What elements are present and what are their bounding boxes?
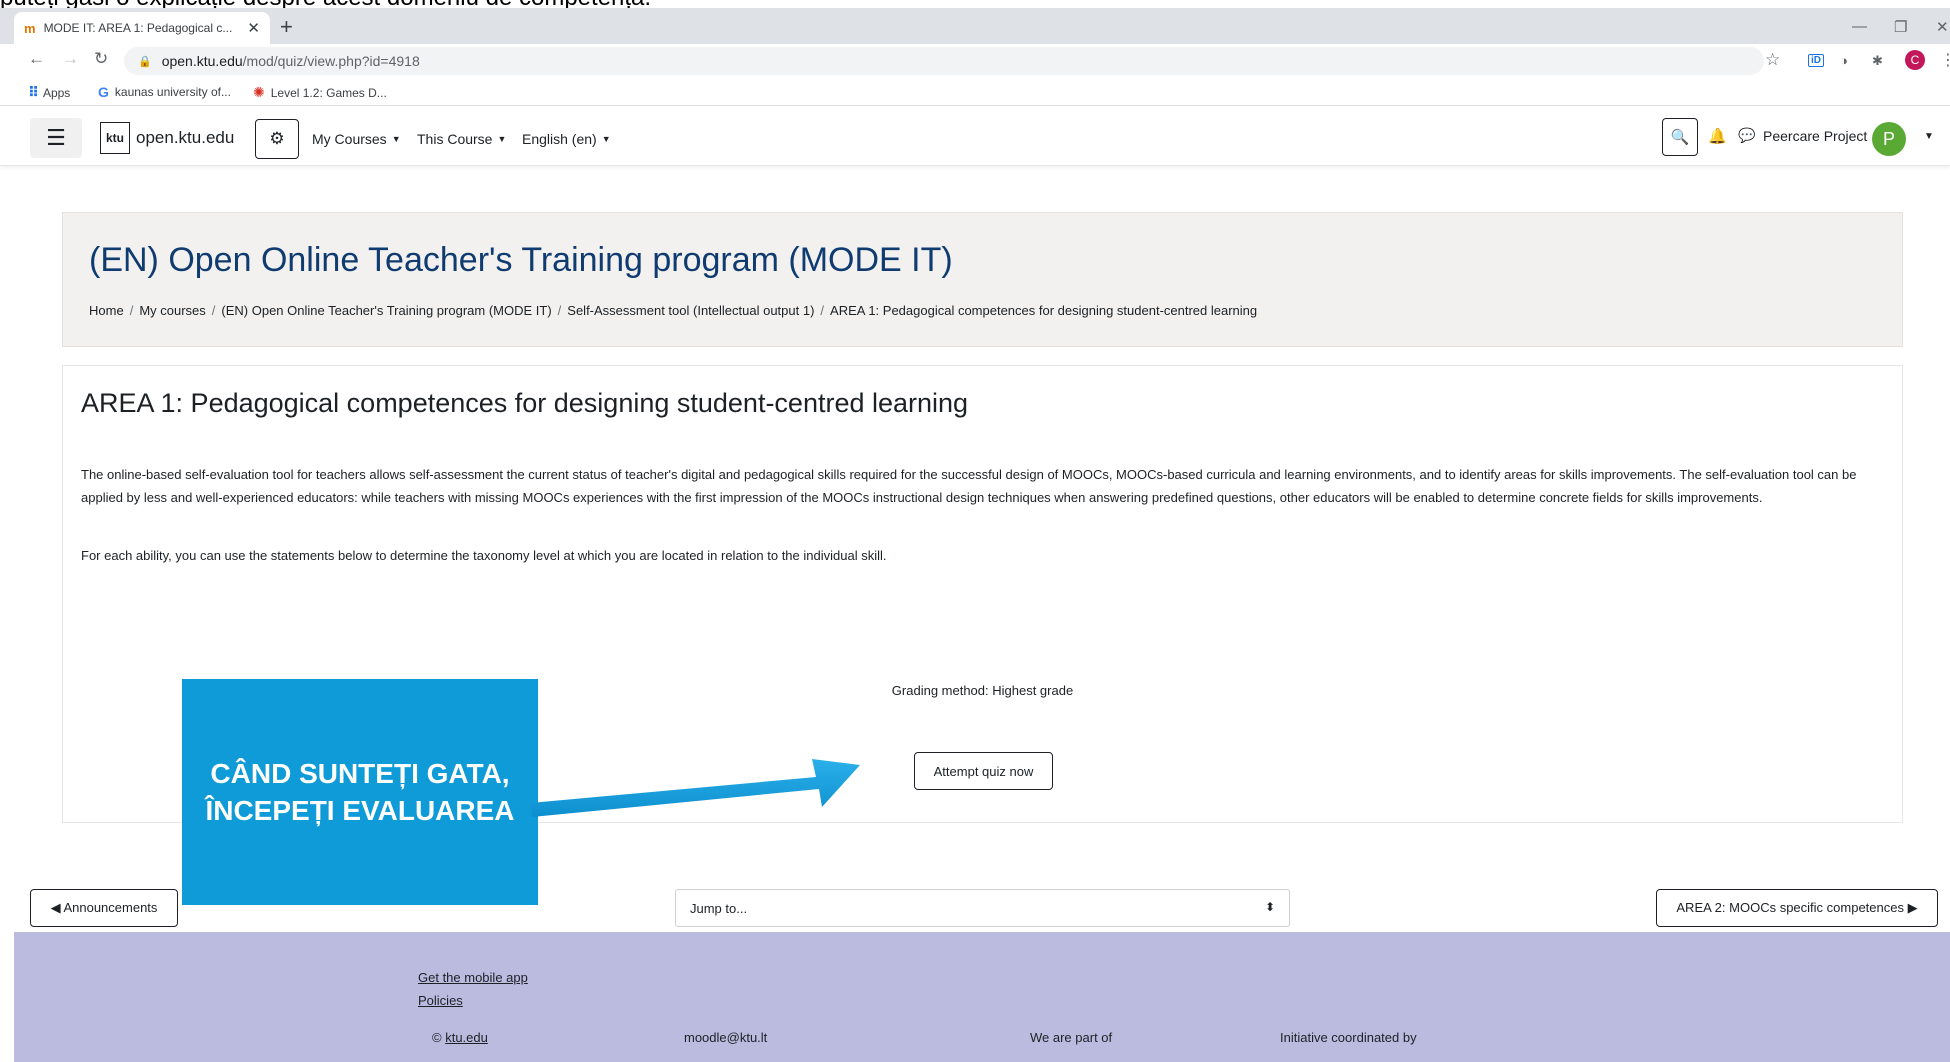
puzzle-extensions-icon[interactable]: ✱ — [1872, 53, 1883, 69]
bell-icon[interactable]: 🔔 — [1708, 127, 1727, 145]
page-header: (EN) Open Online Teacher's Training prog… — [62, 212, 1903, 347]
circle-extension-icon[interactable]: ◑ — [1840, 53, 1848, 68]
ktu-logo: ktu — [100, 122, 130, 154]
callout-box: CÂND SUNTEȚI GATA, ÎNCEPEȚI EVALUAREA — [182, 679, 538, 905]
bookmark-label: Level 1.2: Games D... — [270, 85, 387, 100]
menu-language[interactable]: English (en) ▼ — [522, 131, 611, 147]
breadcrumb-separator: / — [129, 303, 134, 318]
page-title: (EN) Open Online Teacher's Training prog… — [89, 241, 953, 279]
jump-to-label: Jump to... — [690, 900, 748, 916]
close-tab-icon[interactable]: ✕ — [247, 19, 260, 37]
browser-profile-avatar[interactable]: C — [1905, 50, 1925, 70]
bookmark-apps[interactable]: ⠿ Apps — [28, 84, 70, 101]
new-tab-icon[interactable]: + — [280, 14, 293, 40]
quiz-instructions: For each ability, you can use the statem… — [81, 548, 887, 563]
bookmark-kaunas[interactable]: G kaunas university of... — [98, 84, 231, 100]
part-of-label: We are part of — [1030, 1030, 1113, 1045]
menu-my-courses[interactable]: My Courses ▼ — [312, 131, 401, 147]
tab-title: MODE IT: AREA 1: Pedagogical c... — [43, 21, 233, 35]
callout-arrow-icon — [530, 759, 860, 817]
bookmark-label: kaunas university of... — [114, 85, 231, 99]
bookmarks-bar: ⠿ Apps G kaunas university of... ✺ Level… — [0, 78, 1950, 106]
menu-label: English (en) — [522, 131, 597, 147]
search-icon[interactable]: 🔍 — [1662, 118, 1698, 156]
back-arrow-icon[interactable]: ← — [28, 49, 45, 69]
user-avatar[interactable]: P — [1872, 122, 1906, 156]
url-path: /mod/quiz/view.php?id=4918 — [242, 53, 420, 69]
breadcrumb-home[interactable]: Home — [89, 303, 124, 318]
close-window-icon[interactable]: ✕ — [1936, 18, 1949, 36]
minimize-icon[interactable]: — — [1852, 18, 1867, 35]
menu-label: This Course — [417, 131, 493, 147]
hamburger-menu-icon[interactable]: ☰ — [30, 118, 82, 158]
breadcrumb-separator: / — [820, 303, 825, 318]
site-footer: Get the mobile app Policies © ktu.edu mo… — [14, 932, 1950, 1062]
browser-tabbar: m MODE IT: AREA 1: Pedagogical c... ✕ + … — [0, 8, 1950, 44]
next-activity-button[interactable]: AREA 2: MOOCs specific competences ▶ — [1656, 889, 1938, 927]
site-brand[interactable]: ktu open.ktu.edu — [100, 122, 234, 154]
breadcrumb-separator: / — [211, 303, 216, 318]
coordinated-by-label: Initiative coordinated by — [1280, 1030, 1417, 1045]
gear-icon[interactable]: ⚙ — [255, 119, 299, 159]
caret-down-icon: ▼ — [391, 134, 401, 144]
site-name: open.ktu.edu — [136, 128, 235, 147]
url-host: open.ktu.edu — [161, 53, 243, 69]
id-extension-icon[interactable]: iD — [1808, 54, 1824, 67]
select-updown-icon: ⬍ — [1264, 900, 1275, 914]
lock-icon: 🔒 — [138, 55, 152, 68]
quiz-heading: AREA 1: Pedagogical competences for desi… — [81, 388, 969, 418]
moodle-favicon-icon: m — [24, 20, 36, 36]
site-navbar: ☰ ktu open.ktu.edu ⚙ My Courses ▼ This Co… — [0, 110, 1950, 166]
jump-to-select[interactable]: Jump to... ⬍ — [675, 889, 1290, 927]
copyright: © ktu.edu — [432, 1030, 488, 1045]
browser-menu-icon[interactable]: ⋮ — [1940, 50, 1950, 70]
menu-this-course[interactable]: This Course ▼ — [417, 131, 506, 147]
menu-label: My Courses — [312, 131, 387, 147]
bookmark-star-icon[interactable]: ☆ — [1765, 50, 1780, 70]
level-site-icon: ✺ — [253, 84, 265, 100]
breadcrumb-my-courses[interactable]: My courses — [139, 303, 205, 318]
breadcrumb-section[interactable]: Self-Assessment tool (Intellectual outpu… — [567, 303, 814, 318]
browser-tab[interactable]: m MODE IT: AREA 1: Pedagogical c... ✕ — [14, 12, 270, 44]
bookmark-level[interactable]: ✺ Level 1.2: Games D... — [253, 84, 387, 101]
copyright-symbol: © — [432, 1030, 446, 1045]
previous-activity-button[interactable]: ◀ Announcements — [30, 889, 178, 927]
address-bar[interactable]: 🔒 open.ktu.edu /mod/quiz/view.php?id=491… — [124, 47, 1764, 75]
apps-grid-icon: ⠿ — [28, 84, 39, 100]
arrow-shape — [530, 759, 860, 817]
mobile-app-link[interactable]: Get the mobile app — [418, 970, 528, 985]
reload-icon[interactable]: ↻ — [94, 49, 108, 69]
google-icon: G — [98, 84, 109, 100]
caret-down-icon: ▼ — [497, 134, 507, 144]
breadcrumb-separator: / — [557, 303, 562, 318]
attempt-quiz-button[interactable]: Attempt quiz now — [914, 752, 1053, 790]
forward-arrow-icon[interactable]: → — [62, 49, 79, 69]
quiz-intro-paragraph: The online-based self-evaluation tool fo… — [81, 467, 1857, 505]
browser-toolbar: ← → ↻ 🔒 open.ktu.edu /mod/quiz/view.php?… — [0, 44, 1950, 78]
restore-icon[interactable]: ❐ — [1894, 18, 1907, 36]
contact-email[interactable]: moodle@ktu.lt — [684, 1030, 767, 1045]
breadcrumb-current[interactable]: AREA 1: Pedagogical competences for desi… — [830, 303, 1257, 318]
caret-down-icon: ▼ — [601, 134, 611, 144]
breadcrumb-course[interactable]: (EN) Open Online Teacher's Training prog… — [221, 303, 551, 318]
user-menu-caret-icon[interactable]: ▼ — [1924, 131, 1934, 142]
bookmark-label: Apps — [42, 85, 71, 100]
policies-link[interactable]: Policies — [418, 993, 463, 1008]
chat-bubble-icon[interactable]: 💬 — [1738, 127, 1755, 144]
user-name[interactable]: Peercare Project — [1763, 128, 1867, 144]
breadcrumb: Home / My courses / (EN) Open Online Teacher… — [89, 303, 1257, 318]
ktu-edu-link[interactable]: ktu.edu — [445, 1030, 488, 1045]
